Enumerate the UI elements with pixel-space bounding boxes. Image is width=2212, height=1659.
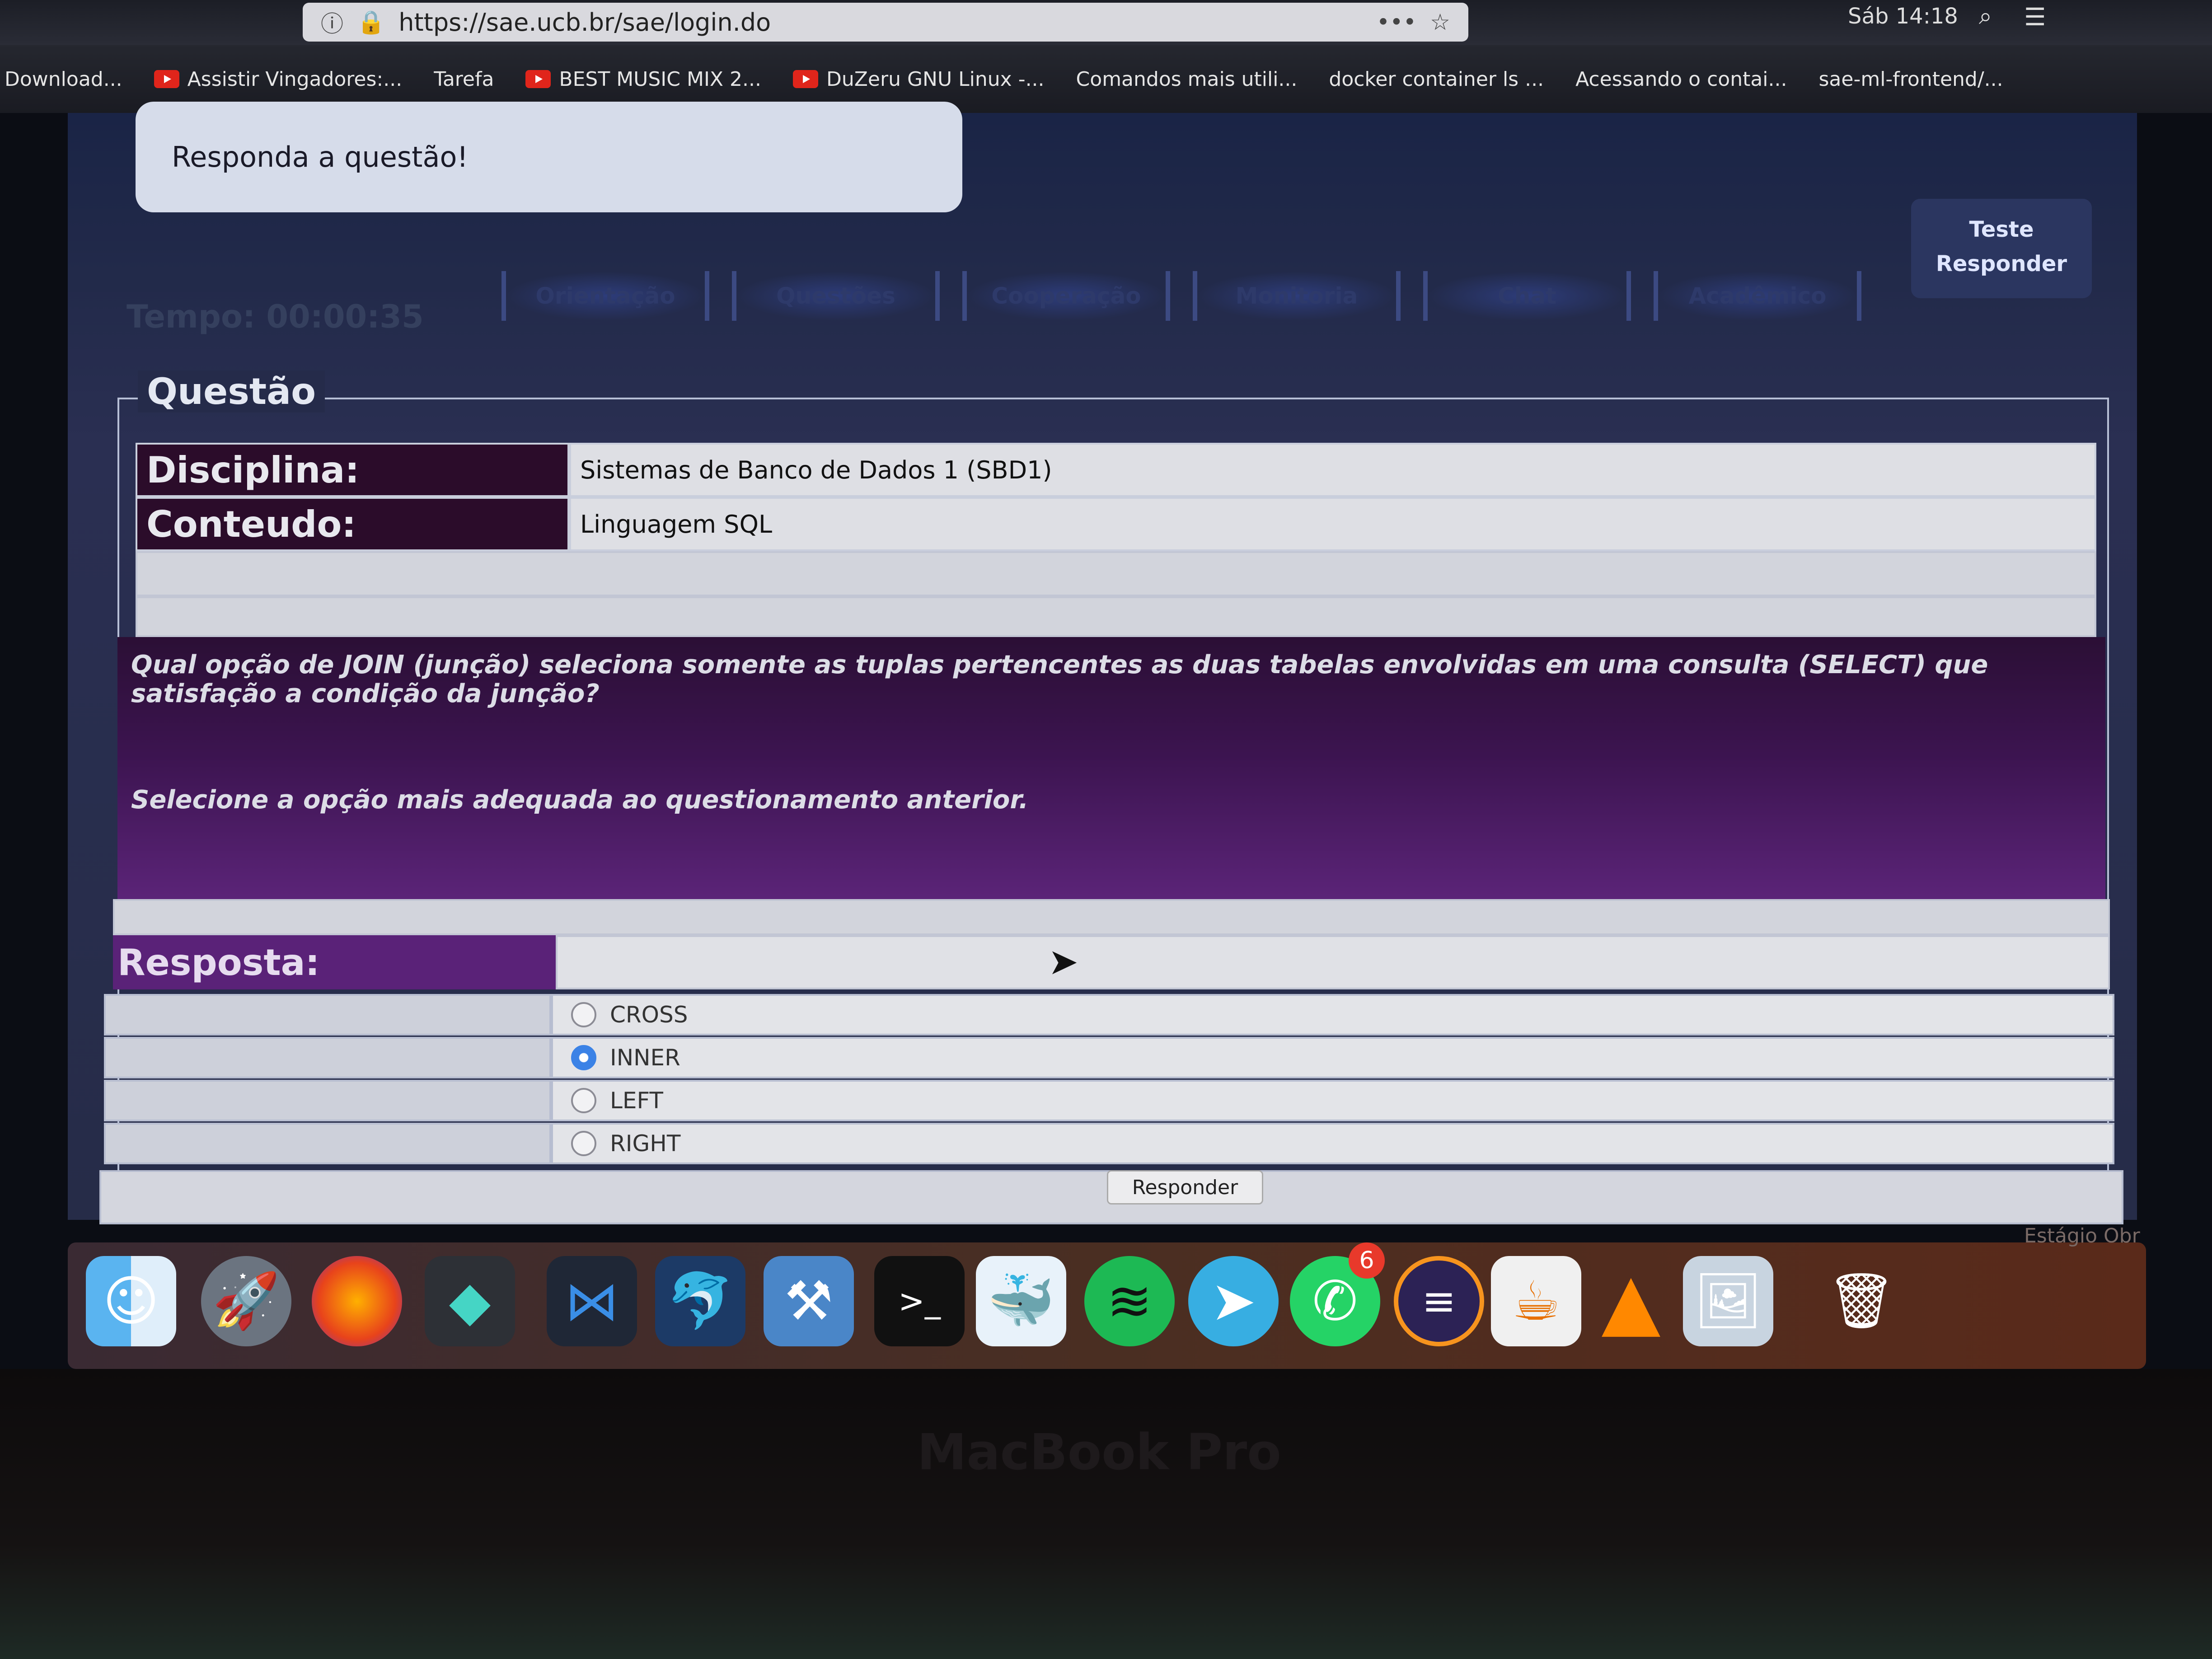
spacer-row bbox=[113, 899, 2110, 935]
radio-right[interactable] bbox=[571, 1131, 596, 1156]
bookmark-item[interactable]: DuZeru GNU Linux -... bbox=[793, 68, 1045, 91]
option-cross[interactable]: CROSS bbox=[551, 994, 2114, 1036]
system-clock: Sáb 14:18 bbox=[1848, 4, 1958, 29]
mysql-workbench-icon[interactable]: 🐬 bbox=[655, 1256, 745, 1346]
tab-cooperacao[interactable]: Cooperação bbox=[962, 271, 1170, 321]
conteudo-value: Linguagem SQL bbox=[569, 497, 2096, 551]
bookmark-item[interactable]: BEST MUSIC MIX 2... bbox=[525, 68, 761, 91]
conteudo-label: Conteudo: bbox=[136, 497, 569, 551]
finder-icon[interactable]: ☺ bbox=[86, 1256, 176, 1346]
bookmark-item[interactable]: Acessando o contai... bbox=[1575, 68, 1787, 91]
spotlight-search-icon[interactable]: ⌕ bbox=[1979, 3, 1992, 30]
question-text: Qual opção de JOIN (junção) seleciona so… bbox=[131, 650, 1988, 708]
notification-badge: 6 bbox=[1349, 1242, 1385, 1279]
resposta-label: Resposta: bbox=[113, 935, 556, 989]
laptop-bezel bbox=[0, 1369, 2212, 1659]
youtube-icon bbox=[154, 70, 179, 88]
disciplina-value: Sistemas de Banco de Dados 1 (SBD1) bbox=[569, 443, 2096, 497]
prompt-banner: Responda a questão! bbox=[136, 102, 962, 212]
bookmark-item[interactable]: Comandos mais utili... bbox=[1076, 68, 1298, 91]
option-label: CROSS bbox=[610, 1002, 688, 1028]
conteudo-row: Conteudo: Linguagem SQL bbox=[136, 497, 2096, 551]
option-row-cross: CROSS bbox=[104, 994, 2114, 1036]
option-spacer bbox=[104, 1037, 551, 1078]
more-icon[interactable]: ••• bbox=[1377, 9, 1416, 35]
telegram-icon[interactable]: ➤ bbox=[1188, 1256, 1279, 1346]
disciplina-label: Disciplina: bbox=[136, 443, 569, 497]
option-row-inner: INNER bbox=[104, 1037, 2114, 1078]
radio-inner[interactable] bbox=[571, 1045, 596, 1070]
option-label: INNER bbox=[610, 1045, 680, 1071]
trash-icon[interactable]: 🗑 bbox=[1816, 1256, 1907, 1346]
question-instruction: Selecione a opção mais adequada ao quest… bbox=[131, 785, 1029, 815]
option-inner[interactable]: INNER bbox=[551, 1037, 2114, 1078]
address-bar[interactable]: ⓘ 🔒 https://sae.ucb.br/sae/login.do ••• … bbox=[303, 3, 1468, 42]
tab-monitoria[interactable]: Monitoria bbox=[1193, 271, 1401, 321]
bookmark-item[interactable]: Tarefa bbox=[434, 68, 494, 91]
option-row-right: RIGHT bbox=[104, 1123, 2114, 1164]
resposta-header-cell bbox=[556, 935, 2110, 989]
star-icon[interactable]: ☆ bbox=[1430, 9, 1450, 35]
vlc-icon[interactable]: ▲ bbox=[1586, 1256, 1676, 1346]
bookmark-item[interactable]: sae-ml-frontend/... bbox=[1819, 68, 2003, 91]
terminal-icon[interactable]: >_ bbox=[874, 1256, 965, 1346]
xcode-icon[interactable]: ⚒ bbox=[764, 1256, 854, 1346]
spotify-icon[interactable]: ≋ bbox=[1084, 1256, 1175, 1346]
bookmark-item[interactable]: Download... bbox=[5, 68, 122, 91]
bookmark-item[interactable]: Assistir Vingadores:... bbox=[154, 68, 402, 91]
youtube-icon bbox=[525, 70, 551, 88]
vscode-icon[interactable]: ⋈ bbox=[547, 1256, 637, 1346]
bookmark-item[interactable]: docker container ls ... bbox=[1329, 68, 1544, 91]
device-logo: MacBook Pro bbox=[917, 1423, 1281, 1481]
lock-icon: 🔒 bbox=[357, 9, 385, 35]
action-panel: Teste Responder bbox=[1911, 199, 2092, 298]
docker-icon[interactable]: 🐳 bbox=[976, 1256, 1066, 1346]
option-right[interactable]: RIGHT bbox=[551, 1123, 2114, 1164]
mouse-cursor-icon: ➤ bbox=[1048, 941, 1079, 983]
notification-center-icon[interactable]: ☰ bbox=[2024, 3, 2046, 31]
nav-tabs: Orientação Questões Cooperação Monitoria… bbox=[501, 271, 1861, 321]
option-label: LEFT bbox=[610, 1087, 663, 1114]
spacer-row bbox=[136, 596, 2096, 637]
responder-top-button[interactable]: Responder bbox=[1911, 251, 2092, 276]
info-icon[interactable]: ⓘ bbox=[321, 6, 343, 38]
disciplina-row: Disciplina: Sistemas de Banco de Dados 1… bbox=[136, 443, 2096, 497]
tab-academico[interactable]: Acadêmico bbox=[1654, 271, 1861, 321]
option-label: RIGHT bbox=[610, 1130, 681, 1157]
option-row-left: LEFT bbox=[104, 1080, 2114, 1121]
sublime-icon[interactable]: ◆ bbox=[425, 1256, 515, 1346]
url-text[interactable]: https://sae.ucb.br/sae/login.do bbox=[398, 8, 771, 37]
java-icon[interactable]: ☕ bbox=[1491, 1256, 1581, 1346]
question-box: Qual opção de JOIN (junção) seleciona so… bbox=[117, 637, 2105, 899]
eclipse-icon[interactable]: ≡ bbox=[1394, 1256, 1484, 1346]
responder-button[interactable]: Responder bbox=[1107, 1170, 1263, 1204]
option-spacer bbox=[104, 1123, 551, 1164]
timer: Tempo: 00:00:35 bbox=[127, 298, 424, 335]
spacer-row bbox=[136, 551, 2096, 596]
youtube-icon bbox=[793, 70, 819, 88]
option-spacer bbox=[104, 994, 551, 1036]
launchpad-icon[interactable]: 🚀 bbox=[201, 1256, 291, 1346]
tab-questoes[interactable]: Questões bbox=[732, 271, 940, 321]
tab-orientacao[interactable]: Orientação bbox=[501, 271, 709, 321]
option-left[interactable]: LEFT bbox=[551, 1080, 2114, 1121]
radio-left[interactable] bbox=[571, 1088, 596, 1113]
desktop-label: Estágio Obr bbox=[2024, 1224, 2140, 1247]
browser-top-bar: ⓘ 🔒 https://sae.ucb.br/sae/login.do ••• … bbox=[0, 0, 2212, 45]
teste-button[interactable]: Teste bbox=[1911, 217, 2092, 242]
preview-icon[interactable]: 🖼 bbox=[1683, 1256, 1773, 1346]
option-spacer bbox=[104, 1080, 551, 1121]
radio-cross[interactable] bbox=[571, 1002, 596, 1027]
tab-chat[interactable]: Chat bbox=[1423, 271, 1631, 321]
question-legend: Questão bbox=[138, 370, 325, 412]
firefox-icon[interactable] bbox=[312, 1256, 402, 1346]
